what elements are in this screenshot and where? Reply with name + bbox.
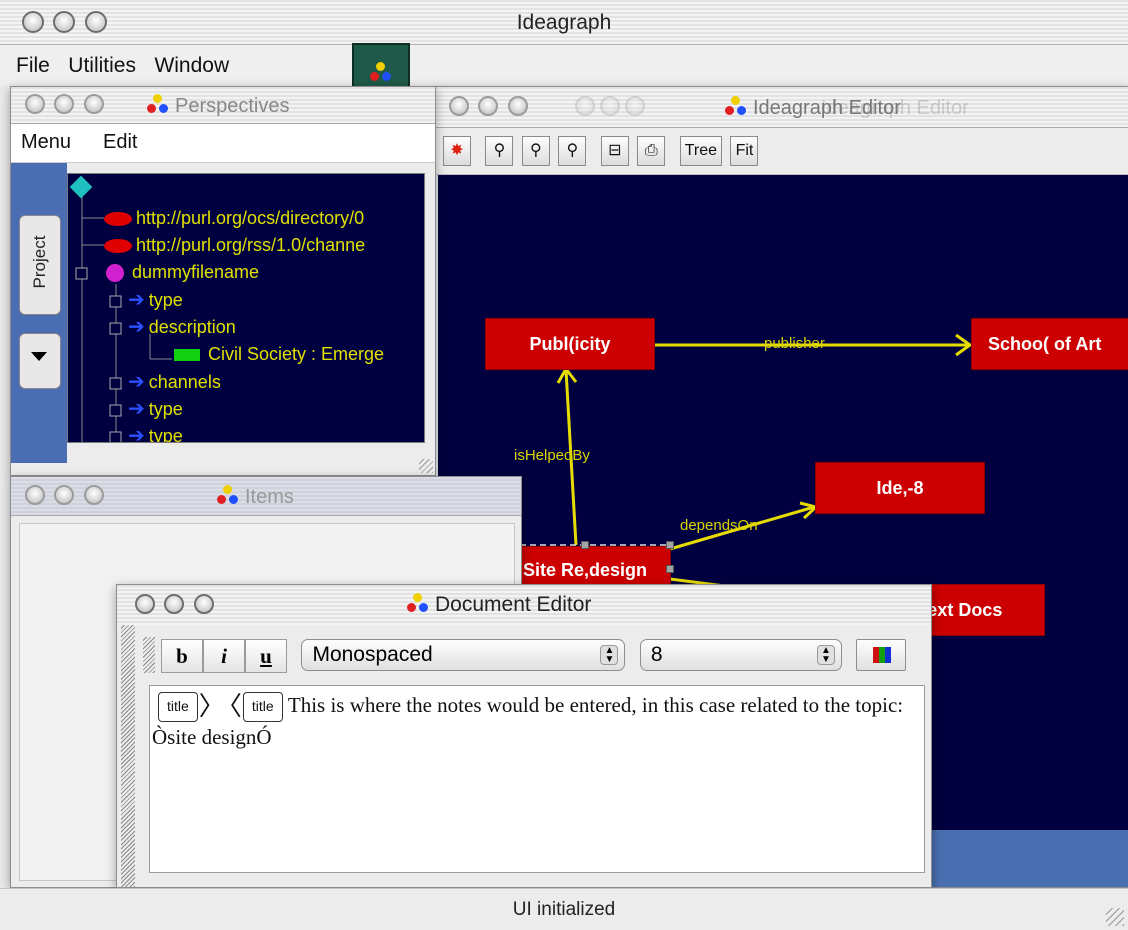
selection-handle[interactable]: [581, 541, 589, 549]
ideagraph-logo-icon: [725, 96, 747, 116]
project-tab[interactable]: Project: [19, 215, 61, 315]
app-title: Ideagraph: [516, 11, 612, 34]
menu-window[interactable]: Window: [154, 54, 229, 78]
blue-arrow-icon: ➔: [128, 289, 145, 311]
editor-ghost-title: Ideagraph Editor: [820, 97, 969, 119]
blue-arrow-icon: ➔: [128, 398, 145, 420]
doc-text-area[interactable]: title 〉〈 title This is where the notes wou…: [149, 685, 925, 873]
red-oval-icon: [104, 239, 132, 254]
ideagraph-logo-icon: [407, 593, 429, 613]
color-picker-button[interactable]: [856, 639, 907, 671]
node-school-of-art[interactable]: Schoo( of Art: [972, 319, 1128, 369]
selection-handle[interactable]: [666, 565, 674, 573]
ideagraph-logo-icon: [147, 94, 169, 114]
tree-item[interactable]: dummyfilename: [106, 260, 259, 284]
tree-item[interactable]: Civil Society : Emerge: [174, 342, 384, 366]
edge-label-publisher: publisher: [764, 335, 825, 352]
toolbar-grip[interactable]: [121, 625, 135, 887]
doc-toolbar: biu Monospaced ▲ ▼ 8 ▲ ▼: [143, 637, 925, 675]
perspectives-close-button[interactable]: [25, 94, 45, 114]
tag-open-chevron-icon: 〉: [198, 692, 225, 722]
edge-label-depends-on: dependsOn: [680, 517, 758, 534]
items-minimize-button[interactable]: [54, 485, 75, 505]
tree-item[interactable]: ➔ type: [128, 397, 183, 421]
green-rect-icon: [174, 349, 200, 362]
color-swatch-icon: [873, 647, 892, 663]
status-text: UI initialized: [512, 899, 616, 920]
items-zoom-button[interactable]: [83, 485, 104, 505]
ghost-lights: [575, 96, 650, 116]
tag-open[interactable]: title: [158, 692, 198, 723]
document-editor-window: Document Editor biu Monospaced ▲ ▼ 8 ▲ ▼ tit…: [116, 584, 932, 888]
zoom-out-icon[interactable]: ⚲: [558, 136, 587, 166]
tree-item[interactable]: http://purl.org/rss/1.0/channe: [104, 233, 365, 257]
tree-item[interactable]: ➔ type: [128, 424, 183, 443]
print-icon[interactable]: ⎙: [637, 136, 666, 166]
menu-file[interactable]: File: [16, 54, 50, 78]
ideagraph-logo-icon: [217, 485, 239, 505]
node-publicity[interactable]: Publ(icity: [486, 319, 654, 369]
perspectives-window: Perspectives Menu Edit Project http://pu…: [10, 86, 436, 476]
menu-utilities[interactable]: Utilities: [68, 54, 136, 78]
bold-button[interactable]: b: [161, 639, 203, 673]
red-oval-icon: [104, 212, 132, 227]
tree-button[interactable]: Tree: [679, 136, 723, 166]
perspectives-tree[interactable]: http://purl.org/ocs/directory/0 http://p…: [67, 173, 425, 443]
editor-close-button[interactable]: [449, 96, 469, 116]
app-menubar: File Utilities Window: [0, 43, 1128, 101]
resize-grip-icon[interactable]: [419, 459, 433, 473]
layout-icon[interactable]: ⊟: [600, 136, 629, 166]
select-icon[interactable]: ✸: [443, 136, 471, 166]
blue-arrow-icon: ➔: [128, 425, 145, 443]
font-size-select[interactable]: 8 ▲ ▼: [639, 639, 842, 671]
magenta-circle-icon: [106, 264, 124, 283]
editor-toolbar: ✸ ⚲ ⚲ ⚲ ⊟ ⎙ Tree Fit: [435, 128, 1128, 175]
editor-zoom-button[interactable]: [507, 96, 528, 116]
tab-dropdown[interactable]: [19, 333, 61, 389]
underline-button[interactable]: u: [245, 639, 287, 673]
format-grip[interactable]: [143, 637, 155, 673]
tree-item[interactable]: http://purl.org/ocs/directory/0: [104, 206, 364, 230]
perspectives-zoom-button[interactable]: [83, 94, 104, 114]
perspectives-tab-strip: Project: [11, 163, 67, 463]
tree-item[interactable]: ➔ type: [128, 288, 183, 312]
chevron-down-icon: [31, 352, 47, 361]
doc-minimize-button[interactable]: [164, 594, 185, 614]
perspectives-menubar: Menu Edit: [11, 124, 435, 163]
ideagraph-logo-icon: [370, 62, 392, 82]
fit-button[interactable]: Fit: [730, 136, 759, 166]
resize-grip-icon[interactable]: [1106, 908, 1124, 926]
perspectives-minimize-button[interactable]: [54, 94, 75, 114]
zoom-icon[interactable]: ⚲: [485, 136, 514, 166]
selection-handle[interactable]: [666, 541, 674, 549]
perspectives-title: Perspectives: [175, 95, 290, 117]
tag-close-chevron-icon: 〈: [228, 692, 242, 722]
node-idea[interactable]: Ide,-8: [816, 463, 984, 513]
perspectives-menu-menu[interactable]: Menu: [21, 131, 71, 154]
tag-close[interactable]: title: [242, 692, 283, 723]
items-close-button[interactable]: [25, 485, 45, 505]
app-titlebar: Ideagraph: [0, 0, 1128, 45]
perspectives-menu-edit[interactable]: Edit: [103, 131, 137, 154]
doc-close-button[interactable]: [135, 594, 155, 614]
blue-arrow-icon: ➔: [128, 316, 145, 338]
updown-icon: ▲ ▼: [600, 645, 619, 665]
blue-arrow-icon: ➔: [128, 371, 145, 393]
tree-item[interactable]: ➔ channels: [128, 370, 221, 394]
italic-button[interactable]: i: [203, 639, 245, 673]
items-title: Items: [245, 486, 294, 508]
font-select[interactable]: Monospaced ▲ ▼: [301, 639, 626, 671]
tree-item[interactable]: ➔ description: [128, 315, 236, 339]
edge-label-is-helped-by: isHelpedBy: [514, 447, 590, 464]
doc-editor-title: Document Editor: [435, 593, 592, 616]
updown-icon: ▲ ▼: [816, 645, 835, 665]
doc-zoom-button[interactable]: [193, 594, 214, 614]
editor-minimize-button[interactable]: [478, 96, 499, 116]
zoom-in-icon[interactable]: ⚲: [521, 136, 550, 166]
status-bar: UI initialized: [0, 888, 1128, 930]
